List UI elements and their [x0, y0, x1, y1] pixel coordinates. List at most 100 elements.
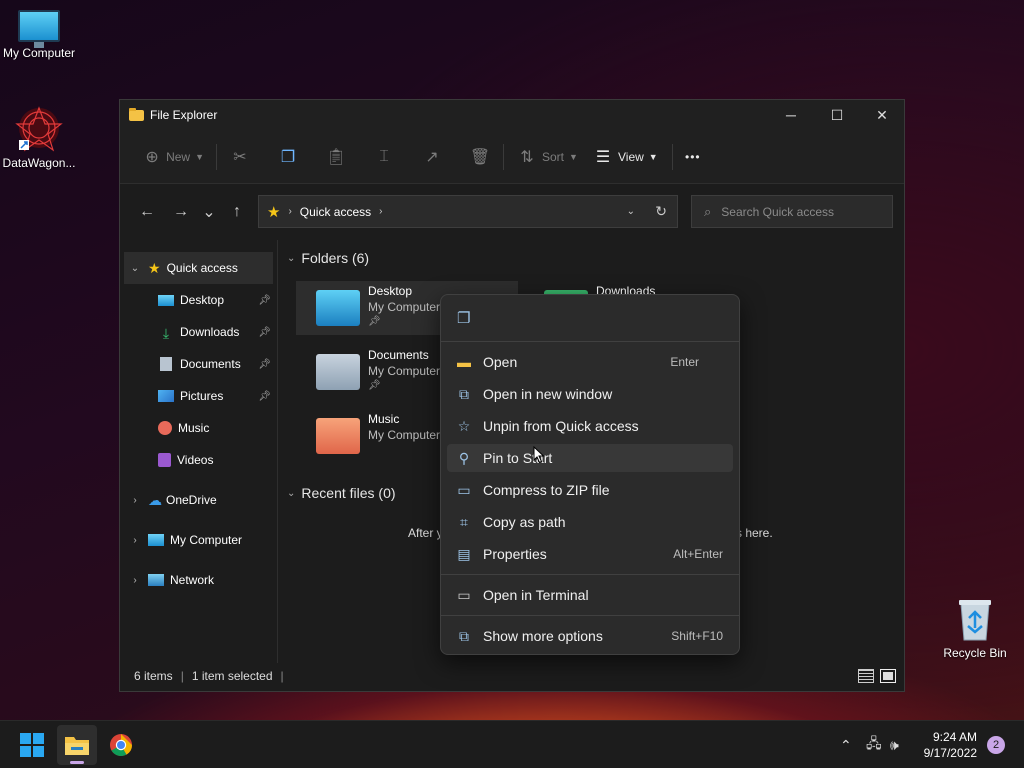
recent-section-header[interactable]: ⌄ Recent files (0)	[287, 485, 396, 501]
more-options-icon: ⧉	[459, 627, 469, 644]
menu-item-label: Open in new window	[483, 386, 613, 402]
divider	[503, 143, 504, 170]
paste-button[interactable]: 📋︎	[321, 141, 351, 173]
rename-icon: ⌶	[379, 147, 389, 165]
up-button[interactable]: ↑	[222, 203, 252, 221]
menu-item-unpin-quick-access[interactable]: ☆ Unpin from Quick access	[447, 412, 733, 440]
address-bar[interactable]: ★ › Quick access › ⌄ ↻	[258, 195, 678, 228]
menu-item-properties[interactable]: ▤ Properties Alt+Enter	[447, 540, 733, 568]
sidebar-item-label: OneDrive	[166, 493, 217, 507]
properties-icon: ▤	[457, 545, 471, 562]
chevron-down-icon: ▼	[648, 151, 658, 162]
navigation-pane: ⌄ ★ Quick access Desktop 📌︎ ⤓ Downloads …	[120, 240, 278, 663]
chevron-right-icon[interactable]: ›	[128, 575, 142, 586]
mouse-cursor-icon	[533, 446, 545, 464]
chevron-down-icon: ⌄	[287, 252, 296, 264]
refresh-icon[interactable]: ↻	[655, 203, 667, 220]
menu-item-copy-as-path[interactable]: ⌗ Copy as path	[447, 508, 733, 536]
view-label: View	[618, 149, 644, 164]
forward-button[interactable]: →	[166, 203, 196, 221]
sort-button[interactable]: ⇅ Sort ▼	[512, 141, 582, 173]
menu-item-show-more-options[interactable]: ⧉ Show more options Shift+F10	[447, 622, 733, 650]
active-indicator	[70, 761, 84, 764]
pin-icon: 📌︎	[368, 380, 381, 391]
chevron-right-icon[interactable]: ›	[128, 535, 142, 546]
network-icon	[148, 574, 164, 586]
desktop-icon-datawagon[interactable]: DataWagon...	[0, 104, 81, 170]
sidebar-item-desktop[interactable]: Desktop 📌︎	[120, 284, 277, 316]
copy-icon[interactable]: ❐	[457, 309, 470, 327]
view-button[interactable]: ☰ View ▼	[588, 141, 664, 173]
close-button[interactable]: ✕	[859, 100, 905, 130]
menu-item-open-new-window[interactable]: ⧉ Open in new window	[447, 380, 733, 408]
delete-button[interactable]: 🗑︎	[465, 141, 495, 173]
recent-locations-button[interactable]: ⌄	[196, 202, 222, 222]
cut-button[interactable]: ✂	[225, 141, 255, 173]
sidebar-item-my-computer[interactable]: › My Computer	[120, 524, 277, 556]
menu-divider	[441, 341, 739, 342]
menu-item-label: Properties	[483, 546, 547, 562]
menu-item-pin-to-start[interactable]: ⚲ Pin to Start	[447, 444, 733, 472]
sidebar-item-pictures[interactable]: Pictures 📌︎	[120, 380, 277, 412]
clock[interactable]: 9:24 AM 9/17/2022	[924, 729, 977, 761]
menu-divider	[441, 615, 739, 616]
plus-circle-icon: ⊕	[145, 148, 159, 166]
folder-name: Desktop	[368, 284, 413, 298]
chevron-down-icon[interactable]: ⌄	[128, 263, 142, 274]
menu-item-shortcut: Enter	[670, 355, 699, 369]
taskbar-chrome[interactable]	[101, 725, 141, 765]
network-status-icon[interactable]: 🖧︎	[866, 721, 882, 768]
sidebar-item-videos[interactable]: Videos	[120, 444, 277, 476]
desktop-icon-my-computer[interactable]: My Computer	[0, 10, 81, 60]
show-hidden-icons-chevron-icon[interactable]: ⌃	[840, 721, 852, 768]
zip-icon: ▭	[457, 481, 471, 498]
sidebar-item-quick-access[interactable]: ⌄ ★ Quick access	[124, 252, 273, 284]
desktop-icon-recycle-bin[interactable]: Recycle Bin	[933, 596, 1017, 660]
start-button[interactable]	[12, 725, 52, 765]
sidebar-item-network[interactable]: › Network	[120, 564, 277, 596]
path-icon: ⌗	[460, 513, 468, 530]
pin-icon: 📌︎	[258, 294, 271, 306]
divider	[216, 143, 217, 170]
tiles-view-icon[interactable]	[880, 669, 896, 683]
sidebar-item-label: Network	[170, 573, 215, 587]
share-button[interactable]: ↗	[417, 141, 447, 173]
sidebar-item-documents[interactable]: Documents 📌︎	[120, 348, 277, 380]
sidebar-item-label: Quick access	[166, 261, 238, 275]
notification-badge[interactable]: 2	[987, 736, 1005, 754]
volume-icon[interactable]: 🕪︎	[890, 721, 899, 768]
clock-date: 9/17/2022	[923, 746, 977, 760]
menu-item-shortcut: Shift+F10	[671, 629, 723, 643]
sidebar-item-onedrive[interactable]: › ☁ OneDrive	[120, 484, 277, 516]
recycle-bin-icon	[959, 600, 991, 641]
folders-section-header[interactable]: ⌄ Folders (6)	[287, 250, 369, 266]
title-bar[interactable]: File Explorer ─ ☐ ✕	[120, 100, 904, 130]
sidebar-item-downloads[interactable]: ⤓ Downloads 📌︎	[120, 316, 277, 348]
minimize-button[interactable]: ─	[768, 100, 814, 130]
folder-icon	[129, 107, 144, 121]
desktop-icon-label: Recycle Bin	[943, 646, 1007, 660]
new-button[interactable]: ⊕ New ▼	[138, 141, 208, 173]
context-menu: ❐ ▬ Open Enter ⧉ Open in new window ☆ Un…	[440, 294, 740, 655]
view-list-icon: ☰	[595, 148, 611, 166]
search-box[interactable]: ⌕ Search Quick access	[691, 195, 893, 228]
details-view-icon[interactable]	[858, 669, 874, 683]
menu-item-open[interactable]: ▬ Open Enter	[447, 348, 733, 376]
rename-button[interactable]: ⌶	[369, 141, 399, 173]
folder-icon	[65, 737, 89, 755]
windows-logo-icon	[20, 733, 44, 757]
sidebar-item-music[interactable]: Music	[120, 412, 277, 444]
back-button[interactable]: ←	[132, 203, 162, 221]
menu-item-compress-zip[interactable]: ▭ Compress to ZIP file	[447, 476, 733, 504]
sidebar-item-label: Music	[178, 421, 210, 435]
maximize-button[interactable]: ☐	[814, 100, 860, 130]
address-dropdown-icon[interactable]: ⌄	[627, 206, 635, 217]
search-icon: ⌕	[704, 203, 712, 219]
copy-button[interactable]: ❐	[273, 141, 303, 173]
more-options-button[interactable]: •••	[681, 141, 705, 173]
chrome-icon	[110, 734, 132, 756]
taskbar-file-explorer[interactable]	[57, 725, 97, 765]
chevron-right-icon[interactable]: ›	[128, 495, 142, 506]
folder-location: My Computer	[368, 300, 441, 314]
menu-item-open-terminal[interactable]: ▭ Open in Terminal	[447, 581, 733, 609]
